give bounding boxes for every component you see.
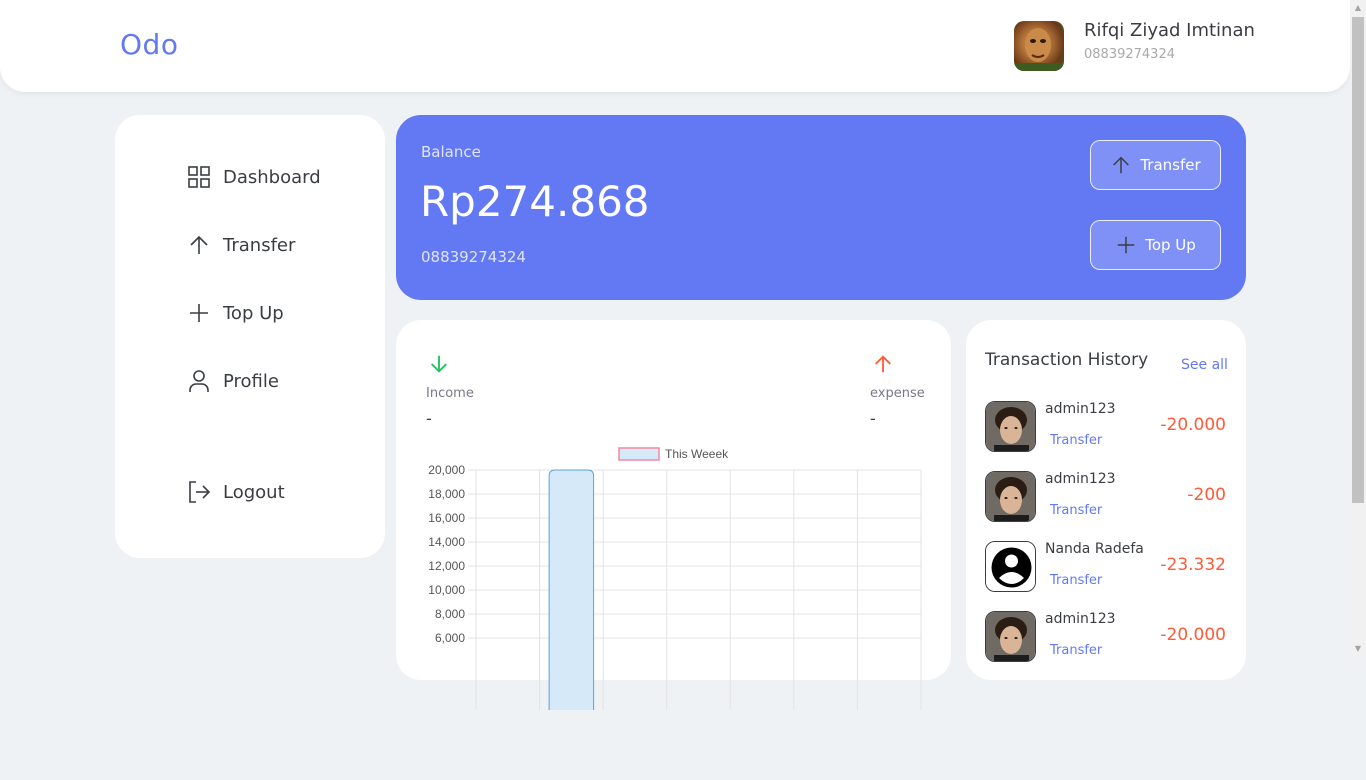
scroll-up-icon[interactable]: ▲ xyxy=(1350,0,1366,16)
legend-swatch xyxy=(618,447,660,461)
y-tick-label: 14,000 xyxy=(428,535,465,549)
transaction-type: Transfer xyxy=(1050,503,1103,518)
sidebar-item-label: Logout xyxy=(223,481,285,503)
income-value: - xyxy=(426,409,432,428)
transaction-row[interactable]: admin123 Transfer -20.000 xyxy=(985,611,1230,663)
avatar-image xyxy=(1014,28,1064,71)
page-scrollbar[interactable]: ▲ ▼ xyxy=(1350,0,1366,657)
transaction-name: admin123 xyxy=(1045,471,1116,487)
arrow-up-icon xyxy=(875,355,891,373)
sidebar-item-label: Top Up xyxy=(223,302,284,324)
user-name[interactable]: Rifqi Ziyad Imtinan xyxy=(1084,20,1255,41)
sidebar-item-topup[interactable]: Top Up xyxy=(187,301,284,325)
y-tick-label: 10,000 xyxy=(428,583,465,597)
transaction-amount: -20.000 xyxy=(1160,415,1226,435)
y-tick-label: 20,000 xyxy=(428,463,465,477)
balance-amount: Rp274.868 xyxy=(420,177,650,226)
avatar xyxy=(985,611,1036,662)
brand-logo[interactable]: Odo xyxy=(120,28,178,61)
arrow-up-icon xyxy=(1113,156,1130,174)
y-tick-label: 18,000 xyxy=(428,487,465,501)
income-label: Income xyxy=(426,386,474,401)
expense-value: - xyxy=(870,409,876,428)
transaction-amount: -23.332 xyxy=(1160,555,1226,575)
transaction-type: Transfer xyxy=(1050,643,1103,658)
avatar xyxy=(985,471,1036,522)
plus-icon xyxy=(1117,236,1135,254)
y-tick-label: 8,000 xyxy=(435,607,465,621)
legend-label: This Weeek xyxy=(665,447,729,461)
transfer-button-label: Transfer xyxy=(1140,156,1201,174)
sidebar-item-label: Dashboard xyxy=(223,166,321,188)
transaction-name: admin123 xyxy=(1045,611,1116,627)
topup-button[interactable]: Top Up xyxy=(1090,220,1221,270)
user-avatar[interactable] xyxy=(1014,21,1064,71)
y-tick-label: 16,000 xyxy=(428,511,465,525)
arrow-up-icon xyxy=(190,235,208,254)
transaction-type: Transfer xyxy=(1050,433,1103,448)
top-header: Odo Rifqi Ziyad Imtinan 08839274324 xyxy=(0,0,1350,92)
y-tick-label: 6,000 xyxy=(435,631,465,645)
transaction-row[interactable]: admin123 Transfer -200 xyxy=(985,471,1230,523)
y-tick-label: 12,000 xyxy=(428,559,465,573)
grid-icon xyxy=(188,166,210,188)
scroll-thumb[interactable] xyxy=(1352,17,1364,503)
sidebar-item-label: Transfer xyxy=(223,234,296,256)
plus-icon xyxy=(190,304,208,322)
balance-card: Balance Rp274.868 08839274324 Transfer T… xyxy=(396,115,1246,300)
transaction-amount: -200 xyxy=(1187,485,1226,505)
see-all-link[interactable]: See all xyxy=(1181,357,1228,373)
expense-label: expense xyxy=(870,386,925,401)
chart-bar xyxy=(548,469,595,710)
sidebar-item-dashboard[interactable]: Dashboard xyxy=(187,165,321,189)
transaction-name: Nanda Radefa xyxy=(1045,541,1144,557)
income-expense-card: Income - expense - This Weeek 20,000 18,00… xyxy=(396,320,951,710)
logout-icon xyxy=(189,481,211,503)
transfer-button[interactable]: Transfer xyxy=(1090,140,1221,190)
transaction-type: Transfer xyxy=(1050,573,1103,588)
weekly-bar-chart: This Weeek 20,000 18,000 16,000 14,000 12,000… xyxy=(428,447,922,710)
scroll-down-icon[interactable]: ▼ xyxy=(1350,641,1366,657)
topup-button-label: Top Up xyxy=(1145,236,1196,254)
user-phone: 08839274324 xyxy=(1084,47,1175,62)
transaction-row[interactable]: Nanda Radefa Transfer -23.332 xyxy=(985,541,1230,593)
history-title: Transaction History xyxy=(985,350,1149,370)
balance-label: Balance xyxy=(421,143,481,161)
sidebar: Dashboard Transfer Top Up Profile Logout xyxy=(115,115,385,558)
sidebar-item-label: Profile xyxy=(223,370,279,392)
arrow-down-icon xyxy=(431,355,447,373)
transaction-row[interactable]: admin123 Transfer -20.000 xyxy=(985,401,1230,453)
avatar xyxy=(985,541,1036,592)
transaction-name: admin123 xyxy=(1045,401,1116,417)
sidebar-item-transfer[interactable]: Transfer xyxy=(187,233,295,257)
balance-phone: 08839274324 xyxy=(421,248,526,266)
avatar xyxy=(985,401,1036,452)
sidebar-item-profile[interactable]: Profile xyxy=(187,369,279,393)
user-icon xyxy=(189,370,209,392)
sidebar-item-logout[interactable]: Logout xyxy=(187,480,285,504)
transaction-amount: -20.000 xyxy=(1160,625,1226,645)
transaction-history-card: Transaction History See all admin123 Tran… xyxy=(966,320,1246,680)
